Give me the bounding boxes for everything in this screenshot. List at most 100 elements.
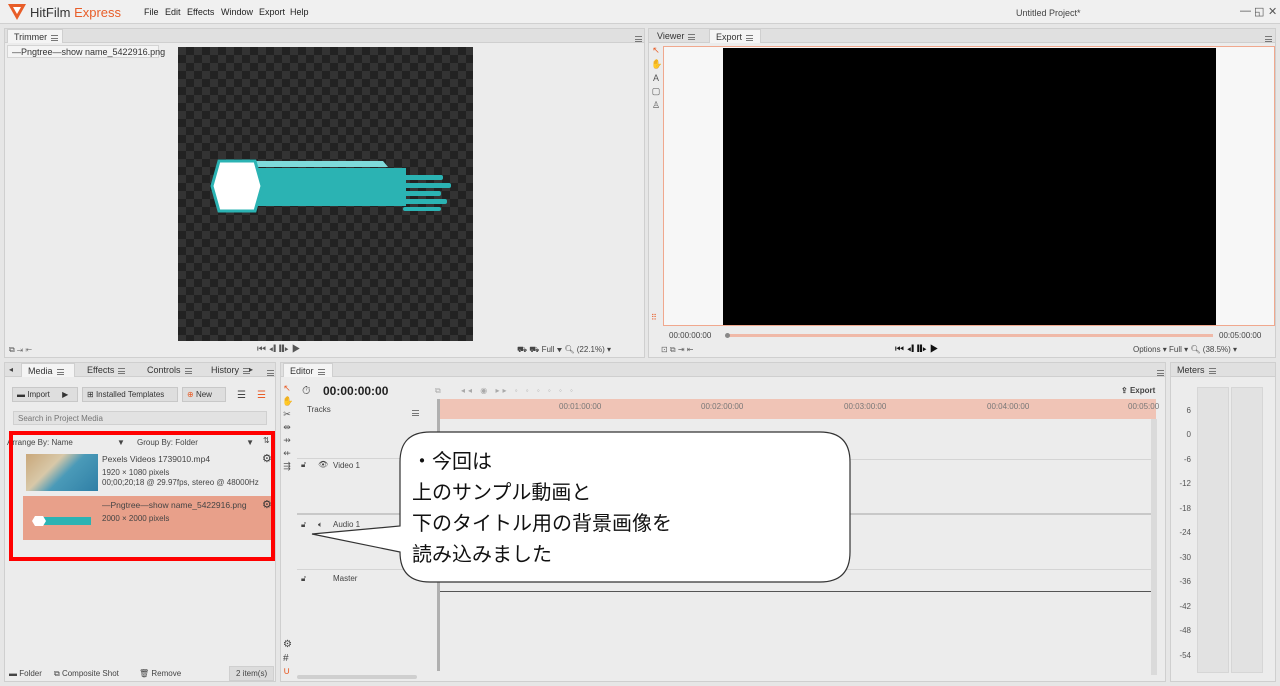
new-button[interactable]: ⊕ New [182,387,226,402]
viewer-tabbar: Viewer Export [649,29,1275,43]
select-tool-icon[interactable]: ↖ [282,383,292,394]
tab-export-label: Export [716,32,743,42]
menu-edit[interactable]: Edit [165,7,181,17]
composite-shot-button[interactable]: ⧉ Composite Shot [54,669,119,679]
meter-scale-label: -36 [1179,577,1191,586]
templates-label: Installed Templates [95,390,165,399]
restore-button[interactable]: ◱ [1254,5,1264,18]
tracks-menu-icon[interactable] [412,409,419,416]
razor-tool-icon[interactable]: ✂ [282,409,292,420]
folder-icon: ▬ [17,390,25,399]
menu-file[interactable]: File [144,7,159,17]
snap-icon[interactable]: ⧉ [435,386,441,396]
hamburger-icon[interactable] [51,34,59,41]
vertical-scrollbar[interactable] [1151,419,1157,675]
trimmer-transport[interactable]: ⏮ ◂❙ ❙❙▸ ▶ [257,344,301,355]
panel-menu-icon[interactable] [1157,369,1164,376]
tab-effects[interactable]: Effects [85,363,127,377]
text-tool-icon[interactable]: A [651,73,661,83]
meter-channel-right [1231,387,1263,673]
trimmer-zoom-value[interactable]: (22.1%) [577,345,605,354]
tab-controls[interactable]: Controls [145,363,194,377]
viewer-canvas[interactable] [723,48,1216,325]
tab-viewer[interactable]: Viewer [653,29,699,43]
hamburger-icon[interactable] [56,368,64,375]
hamburger-icon[interactable] [1208,367,1216,374]
editor-transport[interactable]: ◂◂ ◉ ▸▸ ◦ ◦ ◦ ◦ ◦ ◦ [461,386,576,395]
tab-trimmer[interactable]: Trimmer [7,29,63,43]
ripple-tool-icon[interactable]: ⇷ [282,448,292,459]
trimmer-zoom-controls[interactable]: ⛟ ⛟ Full ▾ 🔍︎ (22.1%) ▾ [517,345,611,355]
menu-export[interactable]: Export [259,7,285,17]
playhead-handle[interactable] [725,333,730,338]
viewer-transport[interactable]: ⏮ ◂❙ ❙❙▸ ▶ [895,344,939,355]
installed-templates-button[interactable]: ⊞ Installed Templates [82,387,178,402]
meters-tabbar: Meters [1171,363,1275,377]
trimmer-zoom-icon[interactable]: 🔍︎ [564,345,574,354]
tab-controls-label: Controls [147,365,181,375]
roll-tool-icon[interactable]: ⇶ [282,461,292,472]
mask-tool-icon[interactable]: ▢ [651,86,661,97]
panel-menu-icon[interactable] [635,35,642,42]
media-search-input[interactable] [13,411,267,425]
grid-icon[interactable]: # [283,653,289,664]
tab-editor[interactable]: Editor [283,363,333,377]
list-view-icon[interactable]: ☰ [237,390,246,401]
viewer-left-controls[interactable]: ⊡ ⧉ ⇥ ⇤ [661,345,694,355]
trimmer-zoom-mode[interactable]: Full [542,345,555,354]
menu-window[interactable]: Window [221,7,253,17]
hamburger-icon[interactable] [688,33,696,40]
hamburger-icon[interactable] [746,34,754,41]
select-tool-icon[interactable]: ↖ [651,45,661,56]
folder-button[interactable]: ▬ Folder [9,669,42,678]
horizontal-scrollbar[interactable] [297,675,417,679]
corner-snap-icon[interactable]: ⠿ [651,313,657,322]
settings-gear-icon[interactable]: ⚙ [283,639,292,650]
viewer-zoom-mode[interactable]: Full [1169,345,1182,354]
tab-scroll-right-icon[interactable]: ▸ [249,365,253,374]
hamburger-icon[interactable] [118,367,126,374]
hamburger-icon[interactable] [317,368,325,375]
app-name: HitFilm Express [30,5,121,20]
viewer-zoom-icon[interactable]: 🔍︎ [1190,345,1200,354]
panel-menu-icon[interactable] [267,369,274,376]
menu-bar: HitFilm Express File Edit Effects Window… [0,0,1280,24]
tab-meters[interactable]: Meters [1173,363,1220,377]
viewer-zoom-controls[interactable]: Options ▾ Full ▾ 🔍︎ (38.5%) ▾ [1133,345,1237,354]
tab-scroll-left-icon[interactable]: ◂ [9,365,13,374]
viewer-scrub-bar[interactable] [725,333,1213,338]
hand-tool-icon[interactable]: ✋ [651,59,662,70]
hitfilm-logo-icon [8,4,26,20]
close-button[interactable]: ✕ [1268,5,1277,18]
editor-timecode[interactable]: 00:00:00:00 [323,384,388,398]
export-queue-button[interactable]: ⇪ Export [1121,386,1155,395]
remove-button[interactable]: 🗑︎ Remove [139,669,181,678]
trimmer-file-tab[interactable]: —Pngtree—show name_5422916.png [7,45,165,58]
time-ruler[interactable] [440,399,1156,419]
viewer-zoom-value[interactable]: (38.5%) [1203,345,1231,354]
menu-effects[interactable]: Effects [187,7,214,17]
meter-scale-label: -54 [1179,651,1191,660]
hamburger-icon[interactable] [184,367,192,374]
tab-export[interactable]: Export [709,29,761,43]
meter-scale-label: -12 [1179,479,1191,488]
magnet-icon[interactable]: ∪ [283,666,290,677]
meter-scale-label: 6 [1186,406,1191,415]
panel-menu-icon[interactable] [1265,35,1272,42]
menu-help[interactable]: Help [290,7,309,17]
detail-view-icon[interactable]: ☰ [257,390,266,401]
media-tabbar: ◂ Media Effects Controls History ▸ [5,363,275,377]
viewer-options[interactable]: Options [1133,345,1161,354]
slip-tool-icon[interactable]: ⇹ [282,422,292,433]
tab-history[interactable]: History [209,363,252,377]
trimmer-view-icons[interactable]: ⛟ ⛟ [517,345,542,354]
tab-media[interactable]: Media [21,363,75,377]
slide-tool-icon[interactable]: ⇸ [282,435,292,446]
meter-scale-label: 0 [1186,430,1191,439]
import-button[interactable]: ▬ Import ▶ [12,387,78,402]
import-dropdown-icon[interactable]: ▶ [62,390,68,399]
pen-tool-icon[interactable]: ♙ [651,100,661,111]
trimmer-left-controls[interactable]: ⧉ ⇥ ⇤ [9,345,32,355]
minimize-button[interactable]: — [1240,5,1251,17]
hand-tool-icon[interactable]: ✋ [282,396,293,407]
